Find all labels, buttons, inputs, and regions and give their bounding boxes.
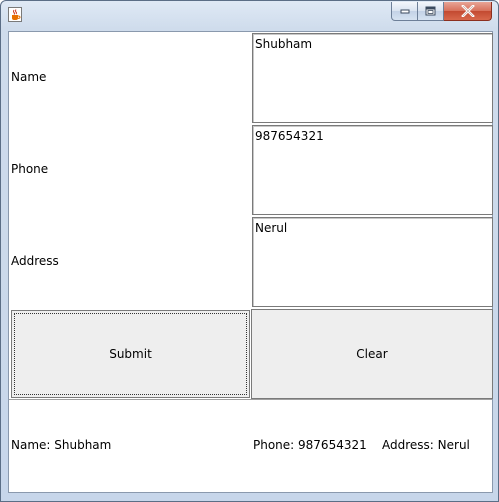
close-icon (460, 5, 475, 17)
result-name-text: Name: Shubham (11, 438, 112, 452)
app-window: Name Phone Address Shubham 987654321 Ner… (0, 0, 499, 502)
result-panel: Name: Shubham Phone: 987654321 Address: … (9, 399, 492, 493)
java-cup-icon[interactable] (8, 7, 22, 22)
name-field[interactable]: Shubham (252, 33, 493, 123)
phone-label: Phone (11, 162, 49, 176)
address-label: Address (11, 254, 59, 268)
clear-button[interactable]: Clear (251, 309, 493, 399)
phone-field[interactable]: 987654321 (252, 125, 493, 215)
name-label: Name (11, 70, 47, 84)
address-field[interactable]: Nerul (252, 217, 493, 307)
result-phone-address-text: Phone: 987654321 Address: Nerul (253, 438, 470, 452)
submit-button[interactable]: Submit (11, 310, 250, 398)
close-button[interactable] (444, 2, 492, 21)
minimize-icon (400, 9, 409, 14)
title-bar[interactable] (1, 1, 498, 29)
minimize-button[interactable] (391, 2, 418, 21)
form-panel: Name Phone Address Shubham 987654321 Ner… (8, 31, 493, 493)
maximize-button[interactable] (418, 2, 444, 21)
maximize-icon (425, 6, 436, 16)
